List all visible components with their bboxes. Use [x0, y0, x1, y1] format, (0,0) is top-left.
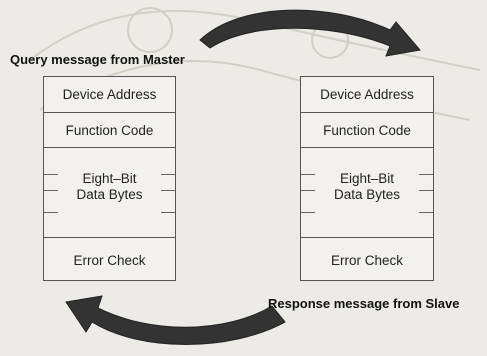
byte-divider	[301, 190, 315, 191]
data-bytes-label-line2: Data Bytes	[76, 186, 143, 202]
data-bytes-field: Eight–Bit Data Bytes	[301, 148, 433, 238]
function-code-label: Function Code	[323, 122, 411, 138]
error-check-field: Error Check	[301, 238, 433, 282]
data-bytes-field: Eight–Bit Data Bytes	[44, 148, 175, 238]
function-code-field: Function Code	[301, 113, 433, 148]
function-code-field: Function Code	[44, 113, 175, 148]
device-address-field: Device Address	[301, 77, 433, 113]
master-message-frame: Device Address Function Code Eight–Bit D…	[43, 76, 176, 281]
byte-divider	[161, 212, 175, 213]
data-bytes-label-line2: Data Bytes	[333, 186, 401, 202]
response-caption: Response message from Slave	[268, 296, 460, 311]
error-check-label: Error Check	[330, 252, 403, 268]
byte-divider	[161, 174, 175, 175]
device-address-field: Device Address	[44, 77, 175, 113]
modbus-message-diagram: Query message from Master Response messa…	[0, 0, 487, 356]
byte-divider	[161, 190, 175, 191]
error-check-label: Error Check	[73, 252, 146, 268]
byte-divider	[301, 174, 315, 175]
data-bytes-label-line1: Eight–Bit	[82, 170, 137, 186]
function-code-label: Function Code	[65, 122, 154, 138]
byte-divider	[44, 174, 58, 175]
byte-divider	[419, 190, 433, 191]
error-check-field: Error Check	[44, 238, 175, 282]
byte-divider	[419, 212, 433, 213]
device-address-label: Device Address	[62, 87, 157, 102]
query-caption: Query message from Master	[10, 52, 185, 67]
byte-divider	[301, 212, 315, 213]
data-bytes-label-line1: Eight–Bit	[339, 170, 395, 186]
slave-message-frame: Device Address Function Code Eight–Bit D…	[300, 76, 434, 281]
byte-divider	[44, 212, 58, 213]
device-address-label: Device Address	[320, 87, 414, 102]
byte-divider	[419, 174, 433, 175]
byte-divider	[44, 190, 58, 191]
